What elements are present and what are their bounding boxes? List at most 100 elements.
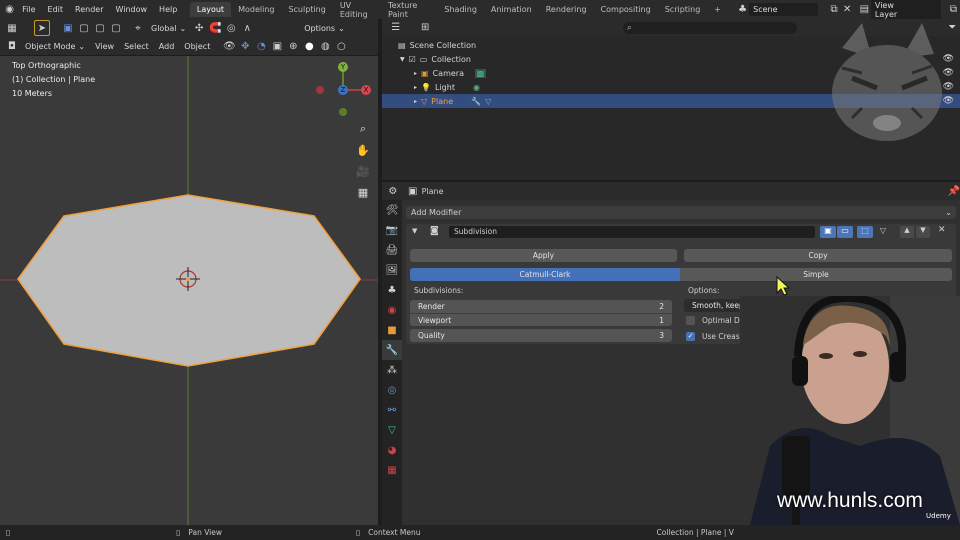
tab-modeling[interactable]: Modeling [231,2,281,17]
output-tab-icon[interactable]: 🖨 [382,240,402,260]
gizmo-y[interactable]: Y [338,62,348,72]
view-layer-icon[interactable]: ▤ [858,2,871,18]
checkbox-icon[interactable]: ☑ [409,55,416,64]
camera-view-icon[interactable]: 🎥 [354,162,372,180]
select-box-tool-icon[interactable]: ➤ [34,20,50,36]
options-dropdown[interactable]: Options ⌄ [299,22,350,35]
visibility-icon[interactable]: 👁 [221,38,237,54]
move-up-icon[interactable]: ▲ [900,226,914,238]
proportional-edit-icon[interactable]: ◎ [223,20,239,36]
menu-object[interactable]: Object [179,40,215,53]
tool-tab-icon[interactable]: 🛠 [382,200,402,220]
editor-type-icon[interactable]: ▦ [4,20,20,36]
selection-invert-icon[interactable]: ▢ [108,20,124,36]
menu-add[interactable]: Add [154,40,180,53]
tab-sculpting[interactable]: Sculpting [281,2,332,17]
expand-icon[interactable]: ▸ [414,84,417,91]
quality-field[interactable]: Quality 3 [410,329,672,342]
texture-tab-icon[interactable]: ▦ [382,460,402,480]
catmull-clark-button[interactable]: Catmull-Clark [410,268,680,281]
simple-button[interactable]: Simple [680,268,952,281]
menu-view[interactable]: View [90,40,119,53]
cage-toggle-icon[interactable]: ▽ [876,226,890,238]
optimal-display-checkbox[interactable] [686,316,695,325]
add-modifier-dropdown[interactable]: Add Modifier ⌄ [406,206,956,219]
expand-icon[interactable]: ▸ [414,70,417,77]
move-down-icon[interactable]: ▼ [916,226,930,238]
particles-tab-icon[interactable]: ⁂ [382,360,402,380]
selection-mode-icon[interactable]: ▣ [60,20,76,36]
expand-icon[interactable]: ▸ [414,98,417,105]
add-workspace-button[interactable]: + [707,2,728,17]
falloff-icon[interactable]: ∧ [239,20,255,36]
modifier-name-field[interactable]: Subdivision [449,226,815,238]
rendered-shading-icon[interactable]: ○ [333,38,349,54]
ortho-grid-icon[interactable]: ▦ [354,183,372,201]
menu-file[interactable]: File [16,5,41,14]
overlay-icon[interactable]: ◔ [253,38,269,54]
material-tab-icon[interactable]: ◕ [382,440,402,460]
scene-tab-icon[interactable]: ♣ [382,280,402,300]
delete-scene-icon[interactable]: ✕ [841,2,854,18]
gizmo-z[interactable]: Z [338,85,348,95]
outliner-search-input[interactable]: ⌕ [622,21,797,34]
render-toggle-icon[interactable]: ▭ [837,226,853,238]
mode-dropdown[interactable]: Object Mode ⌄ [20,40,90,53]
transform-orientation-dropdown[interactable]: Global ⌄ [146,22,191,35]
remove-modifier-icon[interactable]: ✕ [938,225,946,235]
viewport-levels-field[interactable]: Viewport 1 [410,313,672,326]
transform-orientation-icon[interactable]: ⌖ [130,20,146,36]
display-mode-icon[interactable]: ⊞ [417,20,432,36]
physics-tab-icon[interactable]: ◎ [382,380,402,400]
tab-animation[interactable]: Animation [484,2,539,17]
editmode-toggle-icon[interactable]: ⬚ [857,226,873,238]
camera-data-icon[interactable]: ▩ [474,68,487,78]
object-tab-icon[interactable]: ■ [382,320,402,340]
apply-button[interactable]: Apply [410,249,677,262]
world-tab-icon[interactable]: ◉ [382,300,402,320]
light-data-icon[interactable]: ◉ [473,83,480,92]
pivot-point-icon[interactable]: ✣ [191,20,207,36]
gizmo-icon[interactable]: ✥ [237,38,253,54]
scene-name[interactable]: Scene [749,3,818,16]
3d-viewport[interactable]: Top Orthographic (1) Collection | Plane … [0,56,378,525]
camera-toggle-icon[interactable]: ▣ [820,226,836,238]
menu-select[interactable]: Select [119,40,154,53]
snap-icon[interactable]: 🧲 [207,20,223,36]
expand-icon[interactable]: ▼ [400,56,405,63]
tab-compositing[interactable]: Compositing [594,2,658,17]
data-tab-icon[interactable]: ▽ [382,420,402,440]
new-scene-icon[interactable]: ⧉ [828,2,841,18]
navigation-gizmo[interactable]: Y Z X [310,60,374,122]
tab-layout[interactable]: Layout [189,2,232,17]
xray-icon[interactable]: ▣ [269,38,285,54]
menu-render[interactable]: Render [69,5,109,14]
menu-window[interactable]: Window [110,5,154,14]
outliner-editor-icon[interactable]: ☰ [388,20,403,36]
tab-rendering[interactable]: Rendering [539,2,594,17]
tab-shading[interactable]: Shading [437,2,484,17]
wireframe-shading-icon[interactable]: ⊕ [285,38,301,54]
selection-extend-icon[interactable]: ▢ [76,20,92,36]
menu-edit[interactable]: Edit [42,5,70,14]
zoom-icon[interactable]: ⌕ [354,120,372,138]
solid-shading-icon[interactable]: ● [301,38,317,54]
tab-scripting[interactable]: Scripting [658,2,708,17]
pan-hand-icon[interactable]: ✋ [354,141,372,159]
selection-subtract-icon[interactable]: ▢ [92,20,108,36]
constraints-tab-icon[interactable]: ⚯ [382,400,402,420]
scene-icon[interactable]: ♣ [736,2,749,18]
modifier-tab-icon[interactable]: 🔧 [382,340,402,360]
properties-editor-icon[interactable]: ⚙ [388,183,398,199]
collapse-icon[interactable]: ▼ [412,227,417,235]
view-layer-tab-icon[interactable]: 🖼 [382,260,402,280]
new-view-layer-icon[interactable]: ⧉ [947,2,960,18]
use-creases-checkbox[interactable]: ✓ [686,332,695,341]
blender-logo-icon[interactable]: ◉ [3,2,16,18]
render-levels-field[interactable]: Render 2 [410,300,672,313]
render-tab-icon[interactable]: 📷 [382,220,402,240]
pin-icon[interactable]: 📌 [948,183,960,199]
gizmo-x[interactable]: X [361,85,371,95]
copy-button[interactable]: Copy [684,249,952,262]
material-shading-icon[interactable]: ◍ [317,38,333,54]
